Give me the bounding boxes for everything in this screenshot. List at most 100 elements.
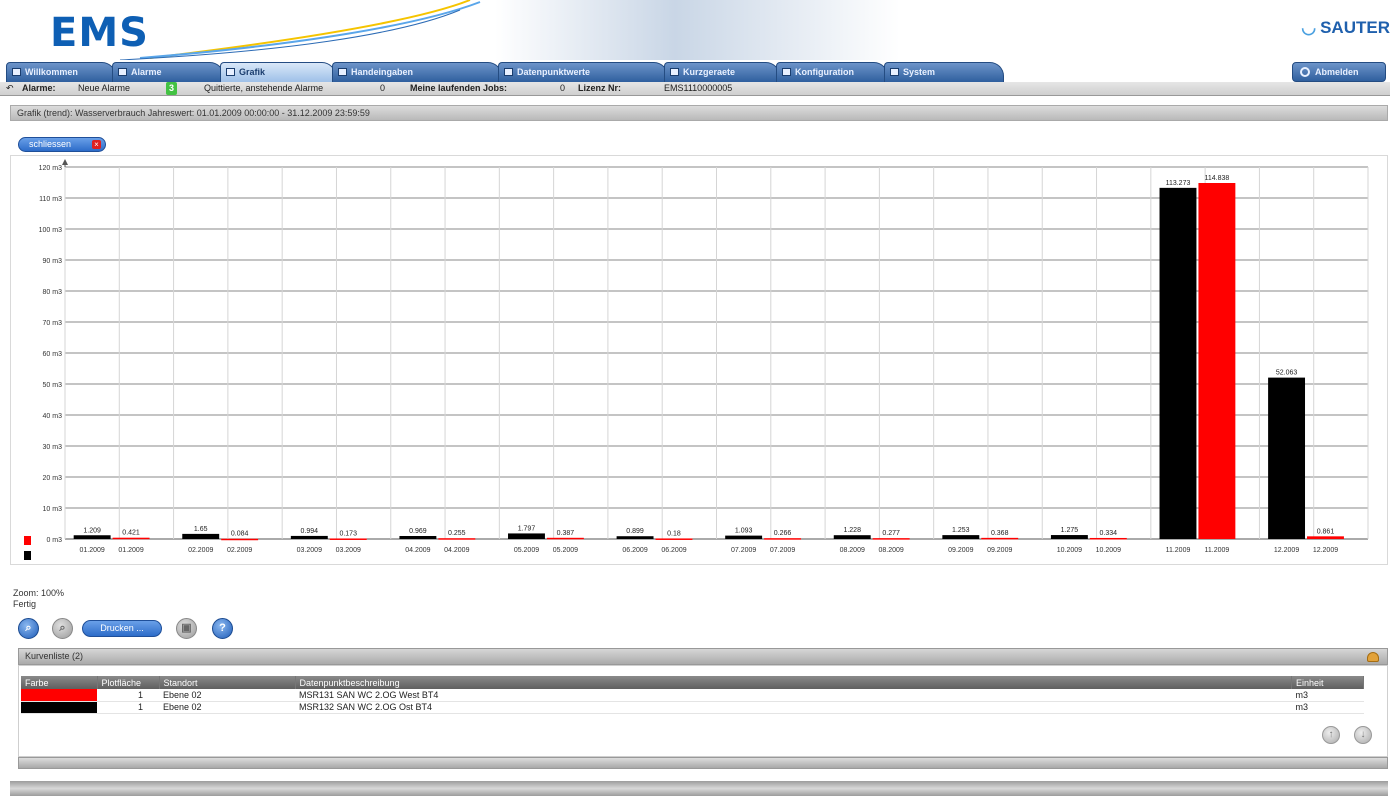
tab-system[interactable]: System — [884, 62, 1004, 82]
col-unit[interactable]: Einheit — [1291, 676, 1364, 689]
bar — [725, 535, 763, 539]
tab-label: Konfiguration — [795, 67, 854, 77]
y-tick-label: 90 m3 — [43, 258, 63, 265]
bar — [655, 538, 693, 540]
x-tick-label: 04.2009 — [405, 547, 430, 554]
x-tick-label: 12.2009 — [1313, 547, 1338, 554]
logout-button[interactable]: Abmelden — [1292, 62, 1386, 82]
acknowledged-label[interactable]: Quittierte, anstehende Alarme — [204, 82, 323, 95]
col-description[interactable]: Datenpunktbeschreibung — [295, 676, 1292, 689]
bar — [1050, 535, 1088, 539]
bar — [329, 538, 367, 540]
export-button[interactable]: ▣ — [176, 618, 197, 639]
data-label: 0.18 — [667, 530, 681, 537]
jobs-count: 0 — [560, 83, 566, 93]
x-tick-label: 08.2009 — [840, 547, 865, 554]
x-tick-label: 12.2009 — [1274, 547, 1299, 554]
data-label: 1.275 — [1061, 527, 1079, 534]
tab-handeingaben[interactable]: Handeingaben — [332, 62, 502, 82]
legend-swatch — [24, 536, 31, 545]
new-alarms-label[interactable]: Neue Alarme — [78, 82, 130, 95]
curve-list-header[interactable]: Kurvenliste (2) — [18, 648, 1388, 665]
sauter-wordmark: SAUTER — [1320, 18, 1390, 37]
bar — [73, 535, 111, 539]
new-alarms-count[interactable]: 3 — [166, 82, 178, 95]
unit-cell: m3 — [1291, 689, 1364, 702]
color-swatch[interactable] — [21, 689, 97, 702]
x-tick-label: 06.2009 — [622, 547, 647, 554]
x-tick-label: 09.2009 — [948, 547, 973, 554]
data-label: 0.084 — [231, 531, 249, 538]
bar — [1159, 187, 1197, 539]
status-text: Fertig — [13, 599, 37, 609]
bar — [182, 533, 220, 539]
location-cell: Ebene 02 — [159, 689, 295, 702]
x-tick-label: 10.2009 — [1057, 547, 1082, 554]
close-label: schliessen — [29, 139, 72, 149]
bar — [508, 533, 545, 539]
bar — [1268, 377, 1306, 539]
sauter-logo: ◡ SAUTER — [1301, 18, 1390, 38]
color-swatch[interactable] — [21, 701, 97, 714]
data-label: 0.969 — [409, 528, 427, 535]
zoom-out-button[interactable]: ⌕ — [52, 618, 73, 639]
close-button[interactable]: schliessen × — [18, 137, 106, 152]
table-row[interactable]: 1 Ebene 02 MSR131 SAN WC 2.OG West BT4 m… — [21, 689, 1364, 702]
move-down-button[interactable]: ↓ — [1354, 726, 1372, 744]
data-label: 0.387 — [557, 530, 575, 537]
table-header-row: Farbe Plotfläche Standort Datenpunktbesc… — [21, 676, 1364, 689]
bar — [438, 538, 476, 540]
x-tick-label: 02.2009 — [188, 547, 213, 554]
tab-datenpunktwerte[interactable]: Datenpunktwerte — [498, 62, 668, 82]
data-label: 1.093 — [735, 528, 753, 535]
bar — [290, 535, 328, 539]
data-label: 0.334 — [1100, 530, 1118, 537]
data-label: 0.266 — [774, 530, 792, 537]
help-button[interactable]: ? — [212, 618, 233, 639]
bar — [764, 538, 802, 540]
data-label: 0.421 — [122, 530, 140, 537]
home-icon — [12, 68, 21, 76]
move-up-button[interactable]: ↑ — [1322, 726, 1340, 744]
table-row[interactable]: 1 Ebene 02 MSR132 SAN WC 2.OG Ost BT4 m3 — [21, 701, 1364, 714]
data-label: 1.797 — [518, 525, 536, 532]
y-tick-label: 100 m3 — [39, 227, 62, 234]
data-label: 1.209 — [83, 527, 101, 534]
data-label: 113.273 — [1166, 180, 1191, 187]
back-icon[interactable]: ↶ — [6, 82, 14, 95]
col-plot[interactable]: Plotfläche — [97, 676, 160, 689]
power-icon — [1300, 67, 1310, 77]
y-tick-label: 60 m3 — [43, 351, 63, 358]
data-label: 0.255 — [448, 530, 466, 537]
tab-willkommen[interactable]: Willkommen — [6, 62, 116, 82]
lock-icon[interactable] — [1367, 652, 1379, 662]
y-tick-label: 110 m3 — [39, 196, 62, 203]
system-icon — [890, 68, 899, 76]
legend-swatch — [24, 551, 31, 560]
device-icon — [670, 68, 679, 76]
tab-konfiguration[interactable]: Konfiguration — [776, 62, 888, 82]
data-label: 0.368 — [991, 530, 1009, 537]
y-tick-label: 0 m3 — [46, 537, 62, 544]
tab-label: Willkommen — [25, 67, 78, 77]
help-icon: ? — [219, 622, 226, 634]
alarm-icon — [118, 68, 127, 76]
col-color[interactable]: Farbe — [21, 676, 98, 689]
tab-alarme[interactable]: Alarme — [112, 62, 224, 82]
zoom-in-button[interactable]: ⌕ — [18, 618, 39, 639]
x-tick-label: 04.2009 — [444, 547, 469, 554]
zoom-label: Zoom: 100% — [13, 588, 65, 598]
x-tick-label: 09.2009 — [987, 547, 1012, 554]
y-tick-label: 80 m3 — [43, 289, 63, 296]
tab-grafik[interactable]: Grafik — [220, 62, 336, 82]
bar — [1089, 537, 1127, 540]
y-tick-label: 70 m3 — [43, 320, 63, 327]
tab-kurzgeraete[interactable]: Kurzgeraete — [664, 62, 780, 82]
y-tick-label: 40 m3 — [43, 413, 63, 420]
col-location[interactable]: Standort — [159, 676, 296, 689]
config-icon — [782, 68, 791, 76]
tab-label: Handeingaben — [351, 67, 414, 77]
print-button[interactable]: Drucken ... — [82, 620, 162, 637]
chart-icon — [226, 68, 235, 76]
description-cell: MSR131 SAN WC 2.OG West BT4 — [295, 689, 1292, 702]
